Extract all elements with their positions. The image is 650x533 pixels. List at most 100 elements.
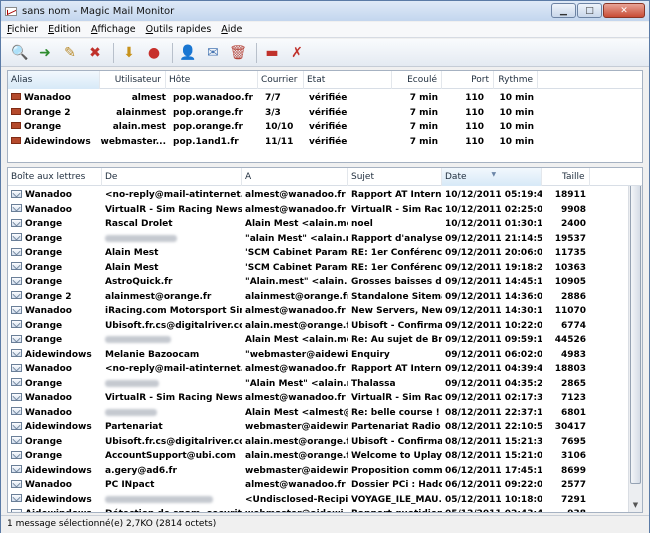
- mark-delete-button[interactable]: ✗: [286, 42, 308, 64]
- search-button[interactable]: 🔍: [9, 42, 31, 64]
- message-to: 'SCM Cabinet Paramé...: [245, 248, 348, 258]
- message-date: 09/12/2011 02:17:39: [445, 393, 542, 403]
- column-header-from[interactable]: De: [102, 168, 242, 186]
- delete-button[interactable]: ✖: [84, 42, 106, 64]
- message-row[interactable]: Wanadoo <no-reply@mail-atinternet.c...alm…: [8, 362, 642, 377]
- column-header-to[interactable]: A: [242, 168, 348, 186]
- message-row[interactable]: Wanadoo PC INpact almest@wanadoo.fr Dossier…: [8, 478, 642, 493]
- close-button[interactable]: ✕: [603, 3, 645, 18]
- column-header-courrier[interactable]: Courrier: [258, 71, 304, 89]
- menu-edition[interactable]: Edition: [48, 24, 81, 35]
- account-alias: Aidewindows: [8, 135, 100, 150]
- account-user: alain.mest: [112, 122, 166, 132]
- column-header-utilisateur[interactable]: Utilisateur: [100, 71, 166, 89]
- message-row[interactable]: Aidewindows Melanie Bazoocam "webmaster@ai…: [8, 348, 642, 363]
- column-header-alias[interactable]: Alias: [8, 71, 100, 89]
- menu-affichage[interactable]: Affichage: [91, 24, 136, 35]
- scroll-down-arrow-icon[interactable]: ▼: [629, 498, 642, 512]
- edit-icon: ✎: [64, 44, 76, 61]
- message-box: Wanadoo: [8, 188, 102, 203]
- message-row[interactable]: Wanadoo <no-reply@mail-atinternet.c...alm…: [8, 188, 642, 203]
- message-date: 09/12/2011 04:35:26: [445, 378, 542, 389]
- messages-list[interactable]: Wanadoo<no-reply@mail-atinternet.c...alm…: [7, 167, 643, 513]
- message-row[interactable]: Orange AstroQuick.fr "Alain.mest" <alain.m…: [8, 275, 642, 290]
- column-header-ecoul[interactable]: Ecoulé: [392, 71, 442, 89]
- column-header-rythme[interactable]: Rythme: [494, 71, 538, 89]
- message-row[interactable]: Aidewindows Partenariat webmaster@aidewind…: [8, 420, 642, 435]
- app-icon: [5, 6, 17, 16]
- message-row[interactable]: Orange "Alain Mest" <alain.m...Thalassa 09…: [8, 377, 642, 392]
- message-to: webmaster@aidewind...: [245, 422, 348, 432]
- message-row[interactable]: Wanadoo iRacing.com Motorsport Simu...alm…: [8, 304, 642, 319]
- message-row[interactable]: Orange Alain Mest 'SCM Cabinet Paramé...RE…: [8, 261, 642, 276]
- message-to: <Undisclosed-Recipie...: [245, 494, 348, 505]
- message-row[interactable]: Aidewindows Détection de spam, security..…: [8, 507, 642, 512]
- message-row[interactable]: Wanadoo Alain Mest <almest@...Re: belle c…: [8, 406, 642, 421]
- message-box-text: Wanadoo: [25, 306, 72, 316]
- message-box: Wanadoo: [8, 478, 102, 493]
- column-header-port[interactable]: Port: [462, 71, 494, 89]
- account-host: pop.wanadoo.fr: [173, 93, 253, 103]
- column-header-etat[interactable]: Etat: [304, 71, 392, 89]
- message-size: 9908: [560, 204, 586, 215]
- message-to: webmaster@aidewi...: [242, 507, 348, 512]
- column-header-subject[interactable]: Sujet: [348, 168, 442, 186]
- message-row[interactable]: Orange 2 alainmest@orange.fr alainmest@ora…: [8, 290, 642, 305]
- send-mail-icon: ✉: [207, 44, 219, 61]
- message-row[interactable]: Orange Alain Mest <alain.mes...Re: Au suj…: [8, 333, 642, 348]
- message-box: Orange: [8, 232, 102, 247]
- messages-scrollbar[interactable]: ▲ ▼: [628, 168, 642, 512]
- message-row[interactable]: Aidewindows <Undisclosed-Recipie...VOYAGE…: [8, 493, 642, 508]
- message-box-text: Orange 2: [25, 291, 72, 302]
- message-box-text: Wanadoo: [25, 190, 72, 200]
- menu-aide[interactable]: Aide: [221, 24, 242, 35]
- menu-label: ichier: [11, 24, 39, 35]
- minimize-button[interactable]: ▁: [551, 3, 576, 18]
- account-row[interactable]: Wanadoo almest pop.wanadoo.fr 7/7 vérifiée 7 …: [8, 91, 642, 106]
- accounts-header: Alias Utilisateur Hôte Courrier Etat Ecoulé Po…: [8, 71, 642, 89]
- status-text: 1 message sélectionné(e) 2,7KO (2814 oct…: [7, 519, 217, 529]
- accounts-list[interactable]: Alias Utilisateur Hôte Courrier Etat Ecoulé Po…: [7, 70, 643, 163]
- message-row[interactable]: Orange Alain Mest 'SCM Cabinet Paramé...RE…: [8, 246, 642, 261]
- mark-read-button[interactable]: ▬: [261, 42, 283, 64]
- send-mail-button[interactable]: ✉: [202, 42, 224, 64]
- delete-mail-button[interactable]: 🗑: [227, 42, 249, 64]
- account-row[interactable]: Orange 2 alainmest pop.orange.fr 3/3 vérifié…: [8, 106, 642, 121]
- message-from: PC INpact: [105, 480, 155, 490]
- menu-outils-rapides[interactable]: Outils rapides: [146, 24, 212, 35]
- account-button[interactable]: 👤: [177, 42, 199, 64]
- message-row[interactable]: Aidewindows a.gery@ad6.fr webmaster@aidewi…: [8, 464, 642, 479]
- column-header-date[interactable]: Date ▼: [442, 168, 542, 186]
- message-row[interactable]: Orange AccountSupport@ubi.com alain.mest@o…: [8, 449, 642, 464]
- menu-label: dition: [54, 24, 81, 35]
- stop-button[interactable]: ●: [143, 42, 165, 64]
- envelope-icon: [11, 508, 22, 512]
- message-row[interactable]: Orange "alain Mest" <alain.m...Rapport d'…: [8, 232, 642, 247]
- message-row[interactable]: Wanadoo VirtualR - Sim Racing News almest@…: [8, 203, 642, 218]
- title-bar[interactable]: sans nom - Magic Mail Monitor ▁ □ ✕: [1, 1, 649, 21]
- message-from: Ubisoft.fr.cs@digitalriver.com: [105, 320, 242, 331]
- menu-fichier[interactable]: Fichier: [7, 24, 38, 35]
- message-box-text: Wanadoo: [25, 480, 72, 490]
- column-header-hte[interactable]: Hôte: [166, 71, 258, 89]
- account-row[interactable]: Aidewindows webmaster... pop.1and1.fr 11/11…: [8, 135, 642, 150]
- scroll-thumb[interactable]: [630, 184, 641, 484]
- column-header-size[interactable]: Taille: [542, 168, 590, 186]
- account-host: pop.orange.fr: [173, 122, 243, 132]
- maximize-button[interactable]: □: [577, 3, 602, 18]
- message-date: 10/12/2011 05:19:40: [445, 190, 542, 200]
- edit-button[interactable]: ✎: [59, 42, 81, 64]
- message-row[interactable]: Orange Ubisoft.fr.cs@digitalriver.com alai…: [8, 435, 642, 450]
- account-row[interactable]: Orange alain.mest pop.orange.fr 10/10 vérifi…: [8, 120, 642, 135]
- envelope-icon: [11, 233, 22, 241]
- download-button[interactable]: ⬇: [118, 42, 140, 64]
- menu-label: ide: [227, 24, 243, 35]
- message-row[interactable]: Orange Ubisoft.fr.cs@digitalriver.com alai…: [8, 319, 642, 334]
- forward-button[interactable]: ➜: [34, 42, 56, 64]
- message-row[interactable]: Wanadoo VirtualR - Sim Racing News almest@…: [8, 391, 642, 406]
- message-from: AstroQuick.fr: [105, 277, 173, 287]
- message-row[interactable]: Orange Rascal Drolet Alain Mest <alain.mes…: [8, 217, 642, 232]
- column-header-mailbox[interactable]: Boîte aux lettres: [8, 168, 102, 186]
- message-box: Wanadoo: [8, 203, 102, 218]
- envelope-icon: [11, 276, 22, 285]
